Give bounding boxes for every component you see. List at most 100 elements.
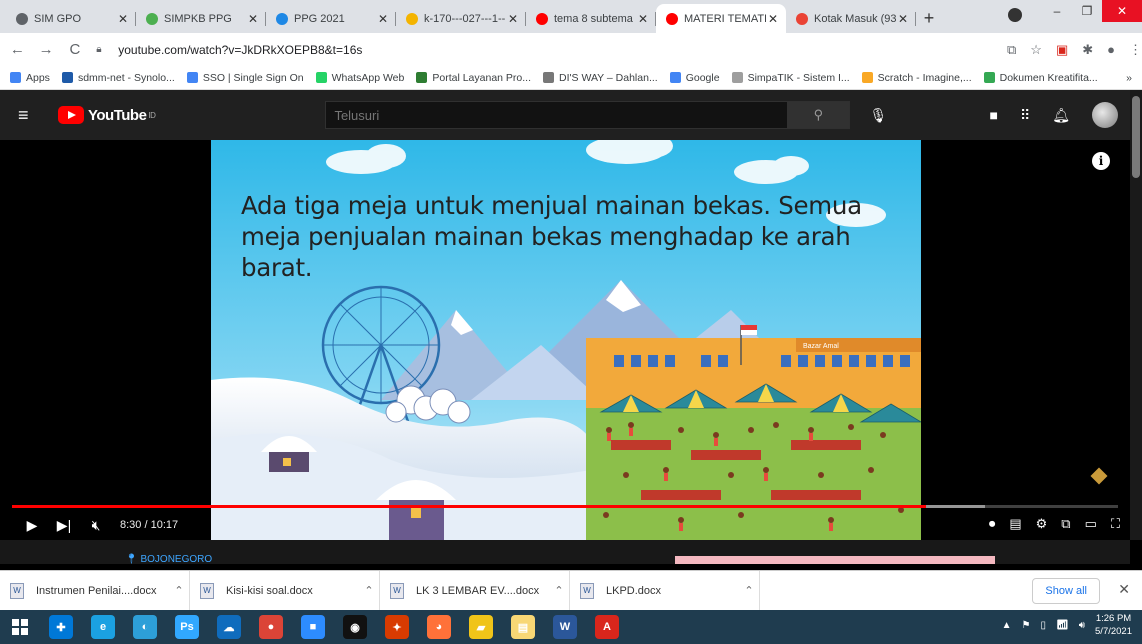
extensions-icon[interactable]: ✱ [1082,42,1093,58]
location-tag[interactable]: 📍︎ BOJONEGORO [125,554,212,565]
bookmark-item[interactable]: Dokumen Kreatifita... [983,71,1098,84]
zoom-icon[interactable]: ■ [292,610,334,644]
flag-icon[interactable]: ⚑ [1022,620,1031,631]
app-red-icon[interactable]: ✦ [376,610,418,644]
forward-icon[interactable]: → [35,41,58,58]
create-video-icon[interactable]: ■ [989,107,997,123]
onedrive-icon[interactable]: ☁ [208,610,250,644]
scrollbar-thumb[interactable] [1132,96,1140,178]
video-frame[interactable]: Bazar Amal Ada tiga meja untuk menjual m… [211,140,921,540]
miniplayer-icon[interactable]: ⧉ [1061,516,1070,532]
tab-close-icon[interactable]: ✕ [896,12,910,26]
avatar-icon[interactable]: ● [1107,42,1115,58]
chrome-icon[interactable]: ● [250,610,292,644]
subtitles-icon[interactable]: ▤ [1009,516,1021,532]
browser-tab[interactable]: k-170---027---1-- ✕ [396,4,526,33]
menu-icon[interactable]: ⋮ [1129,42,1142,58]
bookmark-label: Dokumen Kreatifita... [999,71,1098,84]
bookmark-item[interactable]: Google [669,72,720,84]
browser-tab[interactable]: Kotak Masuk (938 ✕ [786,4,916,33]
bookmark-item[interactable]: Apps [10,72,50,84]
browser-tab[interactable]: tema 8 subtema 4 ✕ [526,4,656,33]
tab-close-icon[interactable]: ✕ [636,12,650,26]
search-icon[interactable]: ⚲ [787,102,850,128]
tab-close-icon[interactable]: ✕ [246,12,260,26]
download-options-icon[interactable]: ⌃ [739,584,759,597]
bookmark-item[interactable]: WhatsApp Web [315,72,404,84]
app-circle-icon[interactable]: ◉ [334,610,376,644]
bookmark-item[interactable]: SSO | Single Sign On [186,72,304,84]
microphone-icon[interactable]: 🎙︎ [868,107,888,124]
new-tab-icon[interactable]: + [916,4,942,33]
search-input[interactable] [326,102,788,128]
video-player[interactable]: Bazar Amal Ada tiga meja untuk menjual m… [0,140,1130,540]
acrobat-icon[interactable]: A [586,610,628,644]
minimize-icon[interactable]: – [1042,0,1072,22]
tray-expand-icon[interactable]: ▲ [1002,620,1012,631]
browser-tab[interactable]: PPG 2021 ✕ [266,4,396,33]
share-icon[interactable]: ⧉ [1007,42,1016,58]
channel-watermark-icon[interactable] [1090,467,1108,485]
browser-tab[interactable]: SIMPKB PPG ✕ [136,4,266,33]
word-icon[interactable]: W [544,610,586,644]
chrome-profile-icon[interactable] [1008,8,1022,22]
volume-icon[interactable]: 🔊︎ [1079,620,1085,631]
download-item[interactable]: W Kisi-kisi soal.docx ⌃ [190,570,380,611]
tab-close-icon[interactable]: ✕ [766,12,780,26]
security-app-icon[interactable]: ✚ [40,610,82,644]
bookmark-item[interactable]: DI'S WAY – Dahlan... [543,72,658,84]
close-window-icon[interactable]: ✕ [1102,0,1142,22]
download-item[interactable]: W LK 3 LEMBAR EV....docx ⌃ [380,570,570,611]
edge-icon[interactable]: ◐ [124,610,166,644]
pdf-extension-icon[interactable]: ▣ [1056,42,1068,58]
reload-icon[interactable]: C [64,41,87,58]
next-icon[interactable]: ▶| [48,517,80,534]
browser-tab[interactable]: MATERI TEMATIK ✕ [656,4,786,33]
bookmark-item[interactable]: Portal Layanan Pro... [416,72,531,84]
settings-gear-icon[interactable]: ⚙ [1036,516,1048,532]
bookmark-item[interactable]: SimpaTIK - Sistem I... [731,72,850,84]
play-icon[interactable]: ▶ [16,517,48,534]
tab-title: SIM GPO [34,12,82,25]
youtube-logo[interactable]: YouTube ID [58,106,156,124]
download-options-icon[interactable]: ⌃ [169,584,189,597]
mute-icon[interactable]: 🔇︎ [80,517,112,534]
browser-tab[interactable]: SIM GPO ✕ [6,4,136,33]
account-avatar[interactable] [1092,102,1118,128]
notifications-bell-icon[interactable]: 🔔︎ [1052,107,1070,124]
maximize-icon[interactable]: ❐ [1072,0,1102,22]
theater-mode-icon[interactable]: ▭ [1085,516,1097,532]
info-icon[interactable]: i [1092,152,1110,170]
start-button[interactable] [0,610,40,644]
download-options-icon[interactable]: ⌃ [549,584,569,597]
file-explorer-icon[interactable]: ▤ [502,610,544,644]
autoplay-toggle[interactable]: ⏺ [989,516,996,532]
back-icon[interactable]: ← [6,41,29,58]
tab-close-icon[interactable]: ✕ [506,12,520,26]
fullscreen-icon[interactable]: ⛶ [1111,516,1120,532]
progress-bar[interactable] [12,505,1118,508]
download-item[interactable]: W LKPD.docx ⌃ [570,570,760,611]
page-scrollbar[interactable] [1130,90,1142,540]
more-bookmarks-icon[interactable]: » [1126,72,1132,84]
apps-grid-icon[interactable]: ⠿ [1020,107,1030,124]
app-folder-icon[interactable]: ▰ [460,610,502,644]
battery-icon[interactable]: ▯ [1040,620,1046,631]
close-download-shelf-icon[interactable]: ✕ [1118,581,1130,598]
internet-explorer-icon[interactable]: e [82,610,124,644]
clock[interactable]: 1:26 PM 5/7/2021 [1095,612,1132,638]
star-icon[interactable]: ☆ [1030,42,1042,58]
download-filename: LKPD.docx [606,584,662,597]
bookmark-item[interactable]: Scratch - Imagine,... [861,72,972,84]
tab-close-icon[interactable]: ✕ [116,12,130,26]
download-item[interactable]: W Instrumen Penilai....docx ⌃ [0,570,190,611]
download-options-icon[interactable]: ⌃ [359,584,379,597]
bookmark-item[interactable]: sdmm-net - Synolo... [61,72,175,84]
network-icon[interactable]: 📶︎ [1056,620,1069,631]
address-bar[interactable]: 🔒︎ youtube.com/watch?v=JkDRkXOEPB8&t=16s [96,37,987,63]
photoshop-icon[interactable]: Ps [166,610,208,644]
firefox-icon[interactable]: ◕ [418,610,460,644]
show-all-downloads-button[interactable]: Show all [1032,578,1100,604]
tab-close-icon[interactable]: ✕ [376,12,390,26]
hamburger-menu-icon[interactable]: ≡ [18,105,58,126]
